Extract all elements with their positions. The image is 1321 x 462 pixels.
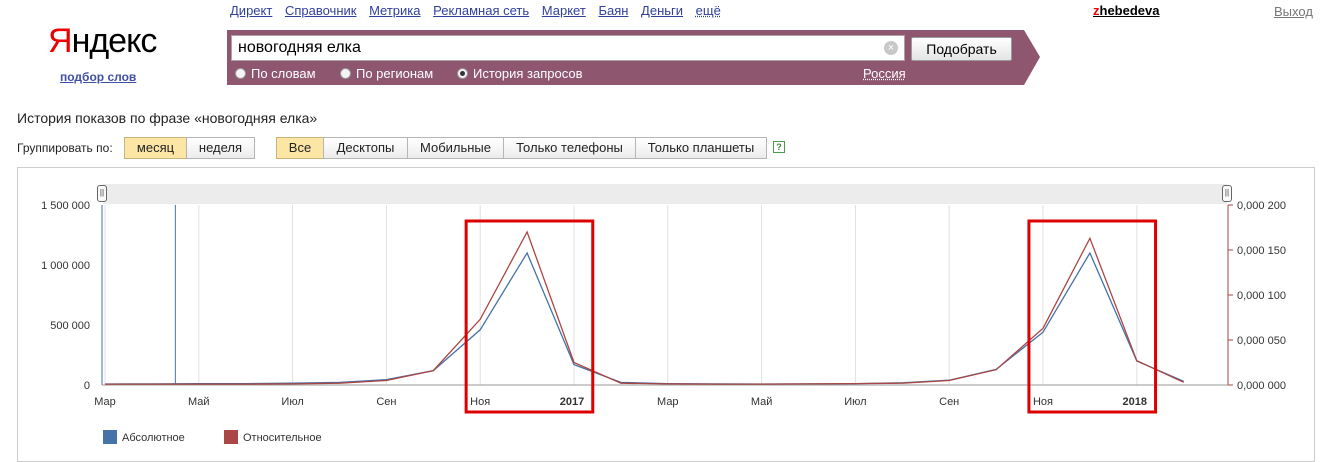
nav-link-reference[interactable]: Справочник xyxy=(285,3,357,18)
submit-button[interactable]: Подобрать xyxy=(911,37,1012,61)
nav-link-direct[interactable]: Директ xyxy=(230,3,272,18)
radio-history[interactable]: История запросов xyxy=(457,66,583,81)
radio-by-regions-label: По регионам xyxy=(356,66,434,81)
navigator-left-handle[interactable]: || xyxy=(97,185,107,202)
filter-tablets-button[interactable]: Только планшеты xyxy=(635,137,767,159)
filter-phones-button[interactable]: Только телефоны xyxy=(503,137,636,159)
nav-link-metrika[interactable]: Метрика xyxy=(369,3,420,18)
navigator-right-handle[interactable]: || xyxy=(1222,185,1232,202)
filter-mobile-button[interactable]: Мобильные xyxy=(407,137,504,159)
nav-link-ad-network[interactable]: Рекламная сеть xyxy=(433,3,529,18)
chart-navigator[interactable] xyxy=(103,184,1227,204)
logout-link[interactable]: Выход xyxy=(1274,4,1313,19)
radio-by-regions-dot xyxy=(340,68,351,79)
search-input[interactable]: новогодняя елка xyxy=(231,35,905,61)
logo-first-letter: Я xyxy=(48,22,73,60)
user-name[interactable]: zhebedeva xyxy=(1093,3,1159,18)
logo-subtitle[interactable]: подбор слов xyxy=(60,70,136,84)
chart-panel xyxy=(17,167,1315,462)
top-nav: Директ Справочник Метрика Рекламная сеть… xyxy=(230,3,730,18)
user-name-rest: hebedeva xyxy=(1099,3,1160,18)
nav-link-more[interactable]: ещё xyxy=(696,3,721,18)
help-icon[interactable]: ? xyxy=(773,141,785,153)
group-by-label: Группировать по: xyxy=(17,141,113,155)
history-title: История показов по фразе «новогодняя елк… xyxy=(17,110,318,126)
yandex-logo[interactable]: Яндекс xyxy=(48,22,158,61)
group-month-button[interactable]: месяц xyxy=(124,137,187,159)
radio-by-words-dot xyxy=(235,68,246,79)
clear-icon[interactable]: × xyxy=(884,41,898,55)
radio-by-regions[interactable]: По регионам xyxy=(340,66,433,81)
radio-history-label: История запросов xyxy=(473,66,583,81)
nav-link-bayan[interactable]: Баян xyxy=(598,3,628,18)
nav-link-market[interactable]: Маркет xyxy=(542,3,586,18)
logo-rest: ндекс xyxy=(71,22,158,60)
filter-desktops-button[interactable]: Десктопы xyxy=(323,137,408,159)
group-week-button[interactable]: неделя xyxy=(186,137,255,159)
radio-by-words[interactable]: По словам xyxy=(235,66,316,81)
radio-by-words-label: По словам xyxy=(251,66,316,81)
radio-history-dot xyxy=(457,68,468,79)
filter-all-button[interactable]: Все xyxy=(276,137,324,159)
nav-link-money[interactable]: Деньги xyxy=(641,3,683,18)
region-selector[interactable]: Россия xyxy=(863,66,906,81)
